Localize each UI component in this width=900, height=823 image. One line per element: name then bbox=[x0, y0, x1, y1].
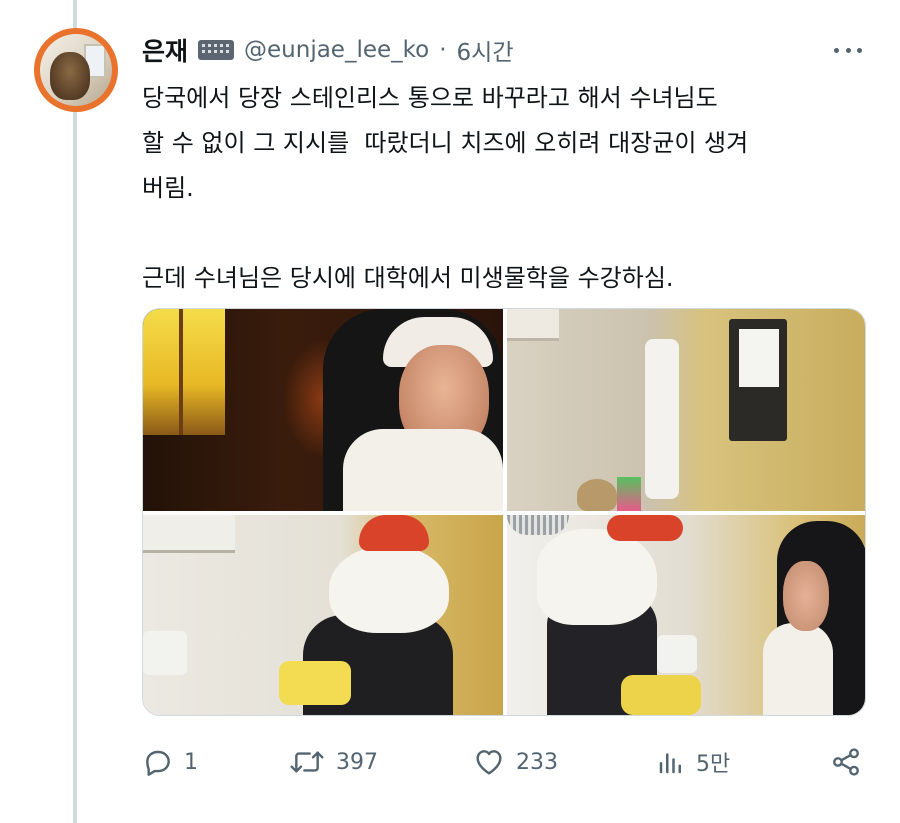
views-count: 5만 bbox=[696, 752, 731, 777]
avatar-image bbox=[40, 34, 112, 106]
kitchen-appliance bbox=[657, 635, 697, 673]
media-image-1[interactable] bbox=[143, 309, 503, 511]
media-grid bbox=[142, 308, 866, 716]
reply-button[interactable]: 1 bbox=[142, 740, 198, 784]
nun-collar bbox=[537, 529, 657, 625]
kettle bbox=[577, 479, 617, 511]
retweet-count: 397 bbox=[336, 749, 378, 775]
like-button[interactable]: 233 bbox=[472, 740, 558, 784]
timestamp[interactable]: 6시간 bbox=[457, 33, 514, 67]
cheese-wheel bbox=[621, 675, 701, 715]
retweet-button[interactable]: 397 bbox=[288, 740, 378, 784]
cups bbox=[617, 477, 641, 511]
media-image-2[interactable] bbox=[507, 309, 865, 511]
display-name[interactable]: 은재 bbox=[142, 32, 188, 68]
tweet-header: 은재 @eunjae_lee_ko · 6시간 bbox=[142, 30, 514, 70]
stained-glass-window bbox=[143, 309, 225, 435]
separator-dot: · bbox=[439, 37, 447, 63]
views-button[interactable]: 5만 bbox=[656, 740, 730, 784]
kitchen-fan bbox=[507, 515, 569, 535]
avatar[interactable] bbox=[34, 28, 118, 112]
retweet-icon bbox=[290, 751, 324, 773]
cheese-wheel bbox=[279, 661, 351, 705]
tweet-text: 당국에서 당장 스테인리스 통으로 바꾸라고 해서 수녀님도 할 수 없이 그 … bbox=[142, 84, 749, 292]
kitchen-cabinet bbox=[507, 309, 559, 341]
nun-collar bbox=[329, 545, 449, 633]
more-options-icon[interactable] bbox=[828, 36, 868, 64]
heart-icon bbox=[476, 750, 502, 775]
red-headscarf bbox=[359, 515, 429, 551]
kitchen-shelf bbox=[143, 515, 235, 553]
kitchen-appliance bbox=[143, 631, 187, 675]
thread-line bbox=[73, 0, 77, 823]
user-handle[interactable]: @eunjae_lee_ko bbox=[244, 37, 429, 63]
nun-collar bbox=[343, 429, 503, 511]
keyboard-icon bbox=[198, 40, 235, 60]
share-button[interactable] bbox=[830, 740, 862, 784]
nun-collar bbox=[763, 623, 833, 715]
avatar-cat bbox=[50, 52, 90, 100]
nun-face bbox=[783, 561, 829, 631]
views-icon bbox=[659, 753, 681, 774]
red-headscarf bbox=[607, 515, 683, 541]
tweet-actions: 1 397 233 5만 bbox=[142, 740, 872, 784]
media-image-3[interactable] bbox=[143, 515, 503, 715]
share-icon bbox=[833, 748, 859, 776]
hanging-apron bbox=[645, 339, 679, 499]
reply-count: 1 bbox=[184, 749, 198, 775]
wall-clipboard bbox=[729, 319, 787, 441]
like-count: 233 bbox=[516, 749, 558, 775]
media-image-4[interactable] bbox=[507, 515, 865, 715]
reply-icon bbox=[146, 750, 170, 776]
